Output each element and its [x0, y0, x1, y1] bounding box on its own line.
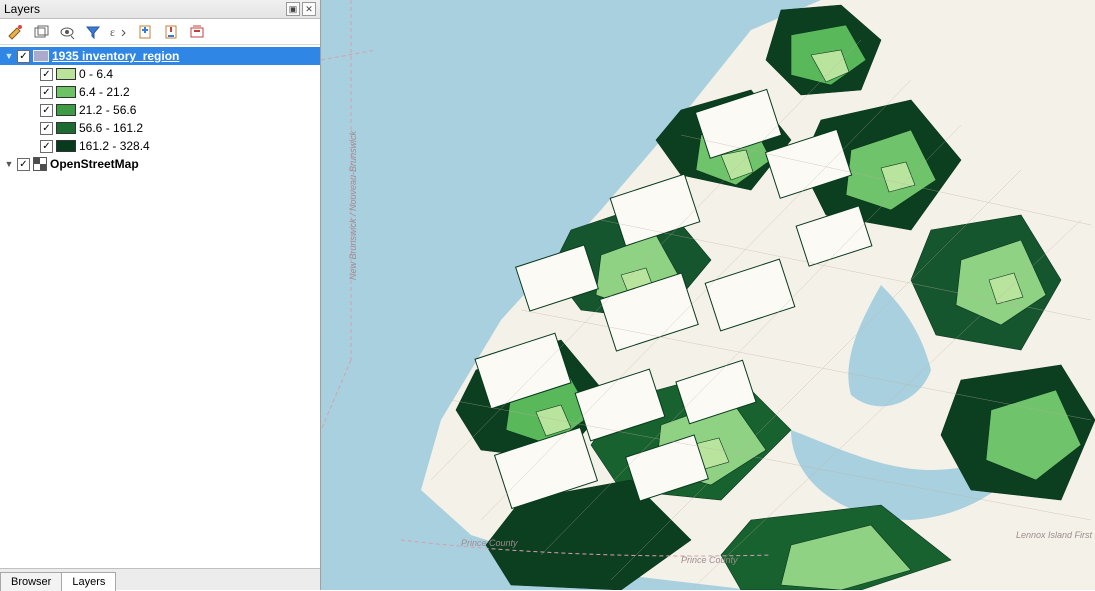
- class-row[interactable]: ✓ 21.2 - 56.6: [0, 101, 320, 119]
- map-label-prince-county: Prince County: [681, 555, 738, 565]
- layer-name: 1935 inventory_region: [52, 49, 179, 63]
- tab-layers[interactable]: Layers: [61, 572, 116, 591]
- class-label: 0 - 6.4: [79, 67, 113, 81]
- class-swatch: [56, 140, 76, 152]
- layer-tree[interactable]: ▼ ✓ 1935 inventory_region ✓ 0 - 6.4 ✓ 6.…: [0, 45, 320, 568]
- class-swatch: [56, 104, 76, 116]
- map-label-east: Lennox Island First Nation: [1016, 530, 1095, 540]
- class-row[interactable]: ✓ 161.2 - 328.4: [0, 137, 320, 155]
- class-label: 161.2 - 328.4: [79, 139, 150, 153]
- tab-browser[interactable]: Browser: [0, 572, 62, 591]
- class-row[interactable]: ✓ 6.4 - 21.2: [0, 83, 320, 101]
- raster-layer-icon: [33, 157, 47, 171]
- class-swatch: [56, 68, 76, 80]
- panel-title: Layers: [4, 2, 40, 16]
- visibility-icon[interactable]: [58, 23, 76, 41]
- collapse-all-icon[interactable]: [162, 23, 180, 41]
- class-checkbox[interactable]: ✓: [40, 68, 53, 81]
- layer-row-1935-inventory[interactable]: ▼ ✓ 1935 inventory_region: [0, 47, 320, 65]
- map-canvas[interactable]: New Brunswick / Nouveau-Brunswick Prince…: [321, 0, 1095, 590]
- style-preset-icon[interactable]: [6, 23, 24, 41]
- class-checkbox[interactable]: ✓: [40, 104, 53, 117]
- class-checkbox[interactable]: ✓: [40, 122, 53, 135]
- class-row[interactable]: ✓ 56.6 - 161.2: [0, 119, 320, 137]
- class-label: 56.6 - 161.2: [79, 121, 143, 135]
- layer-checkbox[interactable]: ✓: [17, 158, 30, 171]
- expand-all-icon[interactable]: [136, 23, 154, 41]
- expression-icon[interactable]: ε: [110, 23, 128, 41]
- layer-row-openstreetmap[interactable]: ▼ ✓ OpenStreetMap: [0, 155, 320, 173]
- polygon-layer-icon: [33, 50, 49, 62]
- add-group-icon[interactable]: [32, 23, 50, 41]
- filter-icon[interactable]: [84, 23, 102, 41]
- layer-name: OpenStreetMap: [50, 157, 139, 171]
- map-label-prince-county: Prince County: [461, 538, 518, 548]
- layer-checkbox[interactable]: ✓: [17, 50, 30, 63]
- class-label: 6.4 - 21.2: [79, 85, 130, 99]
- panel-tabs: Browser Layers: [0, 568, 320, 590]
- class-checkbox[interactable]: ✓: [40, 140, 53, 153]
- dock-icon[interactable]: ▣: [286, 2, 300, 16]
- expand-toggle-icon[interactable]: ▼: [4, 159, 14, 169]
- remove-layer-icon[interactable]: [188, 23, 206, 41]
- expand-toggle-icon[interactable]: ▼: [4, 51, 14, 61]
- layers-panel: Layers ▣ ✕ ε ▼ ✓: [0, 0, 321, 590]
- svg-text:ε: ε: [110, 25, 115, 39]
- close-icon[interactable]: ✕: [302, 2, 316, 16]
- layers-toolbar: ε: [0, 19, 320, 45]
- class-swatch: [56, 86, 76, 98]
- map-label-nb: New Brunswick / Nouveau-Brunswick: [348, 130, 358, 280]
- class-label: 21.2 - 56.6: [79, 103, 136, 117]
- panel-titlebar: Layers ▣ ✕: [0, 0, 320, 19]
- class-checkbox[interactable]: ✓: [40, 86, 53, 99]
- class-row[interactable]: ✓ 0 - 6.4: [0, 65, 320, 83]
- class-swatch: [56, 122, 76, 134]
